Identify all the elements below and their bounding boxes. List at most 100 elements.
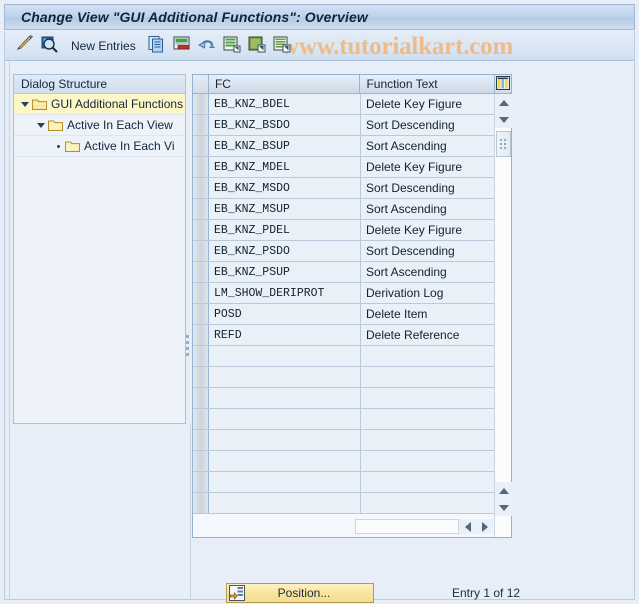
table-row[interactable]: EB_KNZ_BSUP Sort Ascending [193,136,495,157]
row-select-button[interactable] [193,367,209,387]
cell-function-text[interactable]: Delete Key Figure [361,94,494,114]
row-select-button[interactable] [193,493,209,513]
scrollbar-thumb[interactable] [495,131,511,157]
table-row[interactable] [193,472,495,493]
row-select-button[interactable] [193,115,209,135]
row-select-button[interactable] [193,178,209,198]
row-select-button[interactable] [193,346,209,366]
table-row[interactable]: EB_KNZ_BSDO Sort Descending [193,115,495,136]
cell-fc[interactable]: EB_KNZ_PSDO [209,241,361,261]
table-row[interactable]: EB_KNZ_BDEL Delete Key Figure [193,94,495,115]
cell-function-text[interactable]: Delete Key Figure [361,220,494,240]
cell-function-text[interactable] [361,367,494,387]
scroll-up-button[interactable] [495,94,512,111]
cell-fc[interactable] [209,451,361,471]
table-row[interactable]: EB_KNZ_PSUP Sort Ascending [193,262,495,283]
row-select-button[interactable] [193,199,209,219]
copy-as-button[interactable] [147,34,169,58]
column-header-fc[interactable]: FC [208,75,361,94]
position-button[interactable]: Position... [226,583,374,603]
tree-item-active-in-each-vi[interactable]: Active In Each Vi [14,136,185,157]
table-row[interactable] [193,409,495,430]
cell-fc[interactable]: REFD [209,325,361,345]
cell-fc[interactable]: LM_SHOW_DERIPROT [209,283,361,303]
table-row[interactable] [193,367,495,388]
cell-function-text[interactable] [361,388,494,408]
cell-function-text[interactable]: Delete Reference [361,325,494,345]
row-select-button[interactable] [193,220,209,240]
cell-function-text[interactable]: Sort Ascending [361,199,494,219]
cell-fc[interactable]: EB_KNZ_MSUP [209,199,361,219]
row-select-button[interactable] [193,283,209,303]
table-row[interactable]: EB_KNZ_PDEL Delete Key Figure [193,220,495,241]
table-row[interactable]: REFD Delete Reference [193,325,495,346]
row-select-button[interactable] [193,472,209,492]
cell-function-text[interactable]: Sort Descending [361,115,494,135]
undo-button[interactable] [197,34,219,58]
horizontal-scroll-track[interactable] [355,519,459,534]
panel-splitter-handle[interactable] [185,330,190,360]
row-select-button[interactable] [193,388,209,408]
table-row[interactable]: EB_KNZ_MSDO Sort Descending [193,178,495,199]
new-entries-button[interactable]: New Entries [65,34,144,58]
column-header-function-text[interactable]: Function Text [360,75,496,94]
cell-fc[interactable]: POSD [209,304,361,324]
table-row[interactable]: LM_SHOW_DERIPROT Derivation Log [193,283,495,304]
cell-function-text[interactable] [361,430,494,450]
row-select-button[interactable] [193,94,209,114]
chevron-down-icon[interactable] [34,122,48,128]
table-row[interactable]: POSD Delete Item [193,304,495,325]
cell-fc[interactable]: EB_KNZ_BSUP [209,136,361,156]
row-select-button[interactable] [193,304,209,324]
scroll-page-up-button[interactable] [495,482,512,499]
row-select-button[interactable] [193,157,209,177]
table-vertical-scrollbar[interactable] [494,94,512,537]
table-row[interactable]: EB_KNZ_MDEL Delete Key Figure [193,157,495,178]
row-select-button[interactable] [193,430,209,450]
cell-function-text[interactable] [361,451,494,471]
cell-fc[interactable]: EB_KNZ_PDEL [209,220,361,240]
cell-function-text[interactable] [361,346,494,366]
table-row[interactable] [193,493,495,514]
cell-function-text[interactable]: Sort Ascending [361,136,494,156]
scroll-right-button[interactable] [476,519,493,534]
table-row[interactable] [193,388,495,409]
deselect-all-button[interactable] [247,34,269,58]
select-block-button[interactable] [272,34,294,58]
row-select-button[interactable] [193,451,209,471]
cell-fc[interactable]: EB_KNZ_PSUP [209,262,361,282]
cell-fc[interactable]: EB_KNZ_MSDO [209,178,361,198]
table-row[interactable] [193,346,495,367]
table-row[interactable]: EB_KNZ_PSDO Sort Descending [193,241,495,262]
scroll-page-down-button[interactable] [495,499,512,516]
scroll-left-button[interactable] [459,519,476,534]
row-select-button[interactable] [193,325,209,345]
tree-item-gui-additional-functions[interactable]: GUI Additional Functions [14,94,185,115]
cell-function-text[interactable]: Delete Key Figure [361,157,494,177]
table-horizontal-scrollbar[interactable] [355,518,493,535]
cell-fc[interactable] [209,409,361,429]
cell-fc[interactable] [209,388,361,408]
row-select-button[interactable] [193,136,209,156]
cell-fc[interactable] [209,472,361,492]
select-all-rows-corner[interactable] [193,75,209,94]
cell-function-text[interactable] [361,472,494,492]
cell-fc[interactable]: EB_KNZ_BSDO [209,115,361,135]
cell-fc[interactable] [209,493,361,513]
chevron-down-icon[interactable] [18,101,32,107]
row-select-button[interactable] [193,262,209,282]
cell-function-text[interactable]: Sort Ascending [361,262,494,282]
cell-function-text[interactable]: Derivation Log [361,283,494,303]
table-settings-button[interactable] [495,75,511,94]
tree-item-active-in-each-view[interactable]: Active In Each View [14,115,185,136]
scroll-down-button[interactable] [495,111,512,128]
cell-function-text[interactable]: Sort Descending [361,178,494,198]
cell-function-text[interactable] [361,493,494,513]
select-all-button[interactable] [222,34,244,58]
cell-function-text[interactable]: Sort Descending [361,241,494,261]
cell-fc[interactable] [209,346,361,366]
table-row[interactable]: EB_KNZ_MSUP Sort Ascending [193,199,495,220]
cell-function-text[interactable]: Delete Item [361,304,494,324]
cell-fc[interactable]: EB_KNZ_MDEL [209,157,361,177]
row-select-button[interactable] [193,241,209,261]
